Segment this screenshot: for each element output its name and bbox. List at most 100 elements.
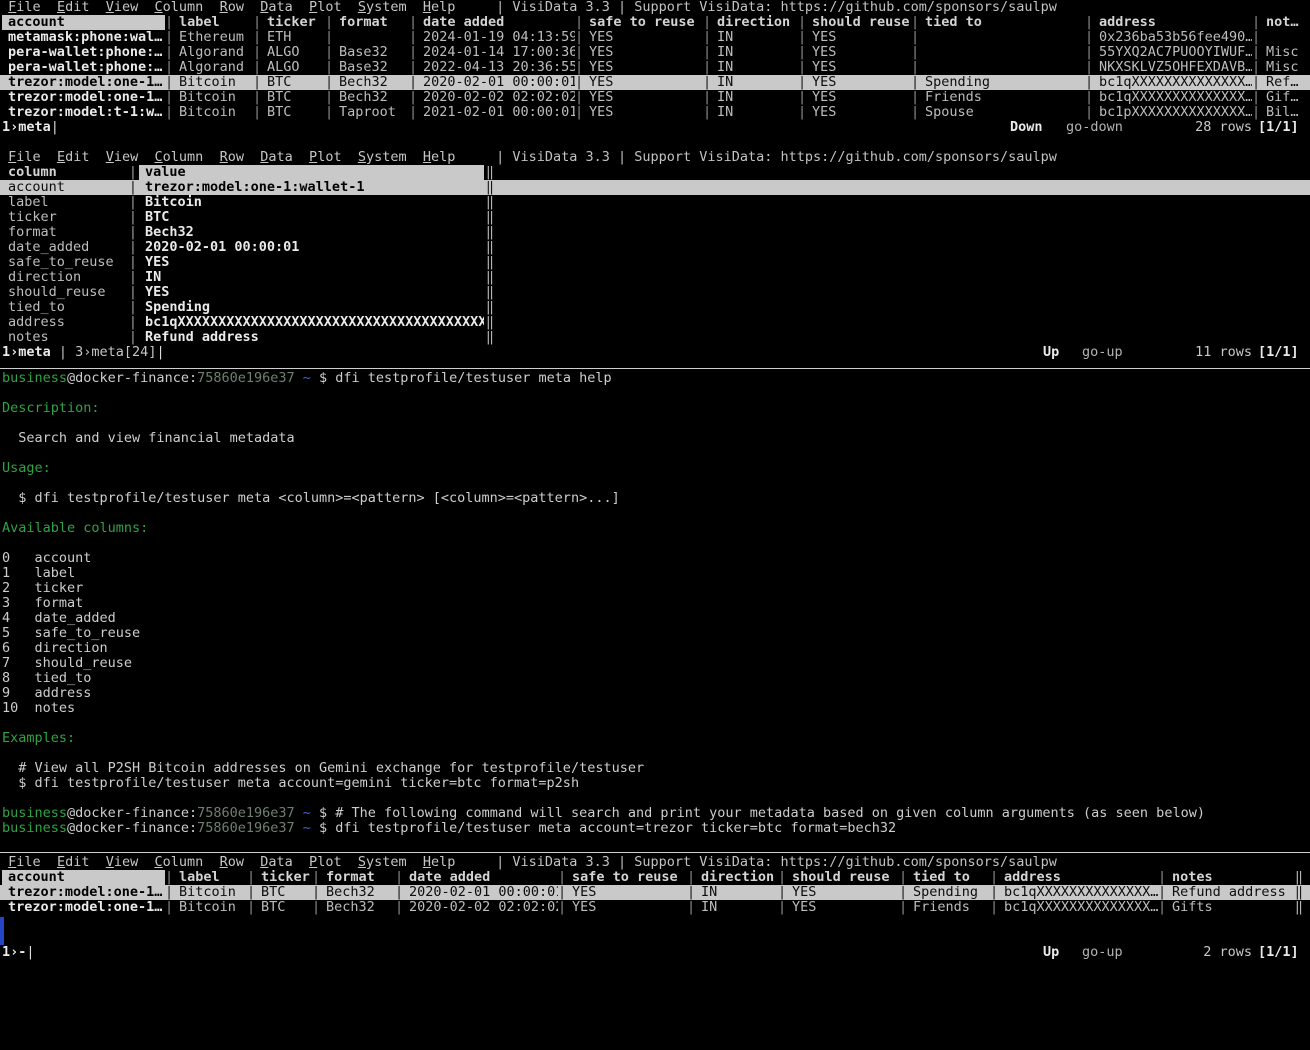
cell-date-added[interactable]: 2021-02-01 00:00:01	[417, 105, 575, 120]
column-header-address[interactable]: address	[1093, 15, 1252, 30]
table-row[interactable]: trezor:model:one-1…|Bitcoin|BTC|Bech32|2…	[0, 885, 1310, 900]
cell-value[interactable]: BTC	[139, 210, 484, 225]
menu-item-help[interactable]: Help	[423, 0, 456, 15]
cell-column[interactable]: notes	[2, 330, 127, 345]
cell-direction[interactable]: IN	[711, 45, 798, 60]
menu-item-row[interactable]: Row	[220, 0, 244, 15]
cell-not[interactable]: Misc	[1260, 45, 1308, 60]
cell-account[interactable]: trezor:model:t-1:w…	[2, 105, 165, 120]
cell-safe-to-reuse[interactable]: YES	[583, 45, 703, 60]
cell-safe-to-reuse[interactable]: YES	[583, 75, 703, 90]
cell-value[interactable]: YES	[139, 255, 484, 270]
cell-column[interactable]: direction	[2, 270, 127, 285]
cell-ticker[interactable]: ALGO	[261, 45, 325, 60]
cell-ticker[interactable]: BTC	[261, 90, 325, 105]
cell-column[interactable]: format	[2, 225, 127, 240]
table-row[interactable]: direction|IN‖	[0, 270, 1310, 285]
column-header-column[interactable]: column	[2, 165, 127, 180]
cell-label[interactable]: Algorand	[173, 45, 253, 60]
cell-column[interactable]: should_reuse	[2, 285, 127, 300]
cell-not[interactable]: Bil…	[1260, 105, 1308, 120]
cell-ticker[interactable]: BTC	[255, 885, 312, 900]
cell-label[interactable]: Algorand	[173, 60, 253, 75]
cell-date-added[interactable]: 2020-02-02 02:02:02	[417, 90, 575, 105]
cell-tied-to[interactable]	[919, 45, 1085, 60]
cell-safe-to-reuse[interactable]: YES	[583, 105, 703, 120]
menu-item-data[interactable]: Data	[260, 149, 293, 165]
column-header-ticker[interactable]: ticker	[261, 15, 325, 30]
column-header-not[interactable]: not…	[1260, 15, 1308, 30]
cell-value[interactable]: 2020-02-01 00:00:01	[139, 240, 484, 255]
cell-should-reuse[interactable]: YES	[806, 90, 911, 105]
table-row[interactable]: tied_to|Spending‖	[0, 300, 1310, 315]
cell-not[interactable]: Misc	[1260, 60, 1308, 75]
cell-safe-to-reuse[interactable]: YES	[566, 900, 687, 915]
table-row[interactable]: trezor:model:one-1…|Bitcoin|BTC|Bech32|2…	[0, 900, 1310, 915]
cell-date-added[interactable]: 2024-01-19 04:13:59	[417, 30, 575, 45]
column-header-ticker[interactable]: ticker	[255, 870, 312, 885]
menu-item-column[interactable]: Column	[155, 149, 204, 165]
cell-account[interactable]: pera-wallet:phone:…	[2, 45, 165, 60]
cell-tied-to[interactable]: Spending	[919, 75, 1085, 90]
menu-item-edit[interactable]: Edit	[57, 149, 90, 165]
table-row[interactable]: metamask:phone:wal…|Ethereum|ETH||2024-0…	[0, 30, 1310, 45]
cell-label[interactable]: Bitcoin	[173, 105, 253, 120]
menu-item-plot[interactable]: Plot	[309, 0, 342, 15]
column-header-format[interactable]: format	[320, 870, 395, 885]
cell-format[interactable]: Bech32	[333, 90, 409, 105]
cell-format[interactable]: Taproot	[333, 105, 409, 120]
column-header-date-added[interactable]: date added	[403, 870, 558, 885]
cell-value[interactable]: YES	[139, 285, 484, 300]
cell-safe-to-reuse[interactable]: YES	[566, 885, 687, 900]
cell-address[interactable]: bc1qXXXXXXXXXXXXXX…	[1093, 75, 1252, 90]
cell-safe-to-reuse[interactable]: YES	[583, 90, 703, 105]
menu-item-help[interactable]: Help	[423, 854, 456, 870]
menu-item-row[interactable]: Row	[220, 149, 244, 165]
cell-value[interactable]: bc1qXXXXXXXXXXXXXXXXXXXXXXXXXXXXXXXXXXXX…	[139, 315, 484, 330]
cell-tied-to[interactable]: Friends	[907, 900, 990, 915]
cell-format[interactable]	[333, 30, 409, 45]
menu-item-data[interactable]: Data	[260, 0, 293, 15]
cell-not[interactable]	[1260, 30, 1308, 45]
column-header-tied-to[interactable]: tied to	[907, 870, 990, 885]
cell-value[interactable]: Spending	[139, 300, 484, 315]
cell-direction[interactable]: IN	[711, 60, 798, 75]
menu-item-file[interactable]: File	[8, 0, 41, 15]
menu-item-column[interactable]: Column	[155, 0, 204, 15]
cell-should-reuse[interactable]: YES	[806, 60, 911, 75]
cell-date-added[interactable]: 2020-02-01 00:00:01	[403, 885, 558, 900]
cell-not[interactable]: Ref…	[1260, 75, 1308, 90]
menu-item-plot[interactable]: Plot	[309, 149, 342, 165]
cell-value[interactable]: trezor:model:one-1:wallet-1	[139, 180, 484, 195]
cell-format[interactable]: Bech32	[333, 75, 409, 90]
cell-account[interactable]: trezor:model:one-1…	[2, 75, 165, 90]
cell-tied-to[interactable]: Friends	[919, 90, 1085, 105]
column-header-account[interactable]: account	[2, 15, 165, 30]
cell-format[interactable]: Bech32	[320, 900, 395, 915]
menu-item-data[interactable]: Data	[260, 854, 293, 870]
column-header-direction[interactable]: direction	[711, 15, 798, 30]
cell-should-reuse[interactable]: YES	[806, 105, 911, 120]
table-row[interactable]: label|Bitcoin‖	[0, 195, 1310, 210]
cell-address[interactable]: bc1pXXXXXXXXXXXXXX…	[1093, 105, 1252, 120]
table-row[interactable]: trezor:model:t-1:w…|Bitcoin|BTC|Taproot|…	[0, 105, 1310, 120]
table-row[interactable]: pera-wallet:phone:…|Algorand|ALGO|Base32…	[0, 60, 1310, 75]
cell-should-reuse[interactable]: YES	[806, 45, 911, 60]
cell-tied-to[interactable]	[919, 30, 1085, 45]
menu-item-file[interactable]: File	[8, 854, 41, 870]
cell-ticker[interactable]: ETH	[261, 30, 325, 45]
column-header-tied-to[interactable]: tied to	[919, 15, 1085, 30]
cell-label[interactable]: Bitcoin	[173, 885, 247, 900]
cell-tied-to[interactable]: Spouse	[919, 105, 1085, 120]
cell-date-added[interactable]: 2024-01-14 17:00:36	[417, 45, 575, 60]
column-header-address[interactable]: address	[998, 870, 1158, 885]
cell-account[interactable]: metamask:phone:wal…	[2, 30, 165, 45]
cell-value[interactable]: Bitcoin	[139, 195, 484, 210]
cell-value[interactable]: IN	[139, 270, 484, 285]
column-header-should-reuse[interactable]: should reuse	[806, 15, 911, 30]
table-row[interactable]: safe_to_reuse|YES‖	[0, 255, 1310, 270]
menu-item-system[interactable]: System	[358, 854, 407, 870]
cell-label[interactable]: Bitcoin	[173, 90, 253, 105]
cell-account[interactable]: trezor:model:one-1…	[2, 885, 165, 900]
table-row[interactable]: format|Bech32‖	[0, 225, 1310, 240]
